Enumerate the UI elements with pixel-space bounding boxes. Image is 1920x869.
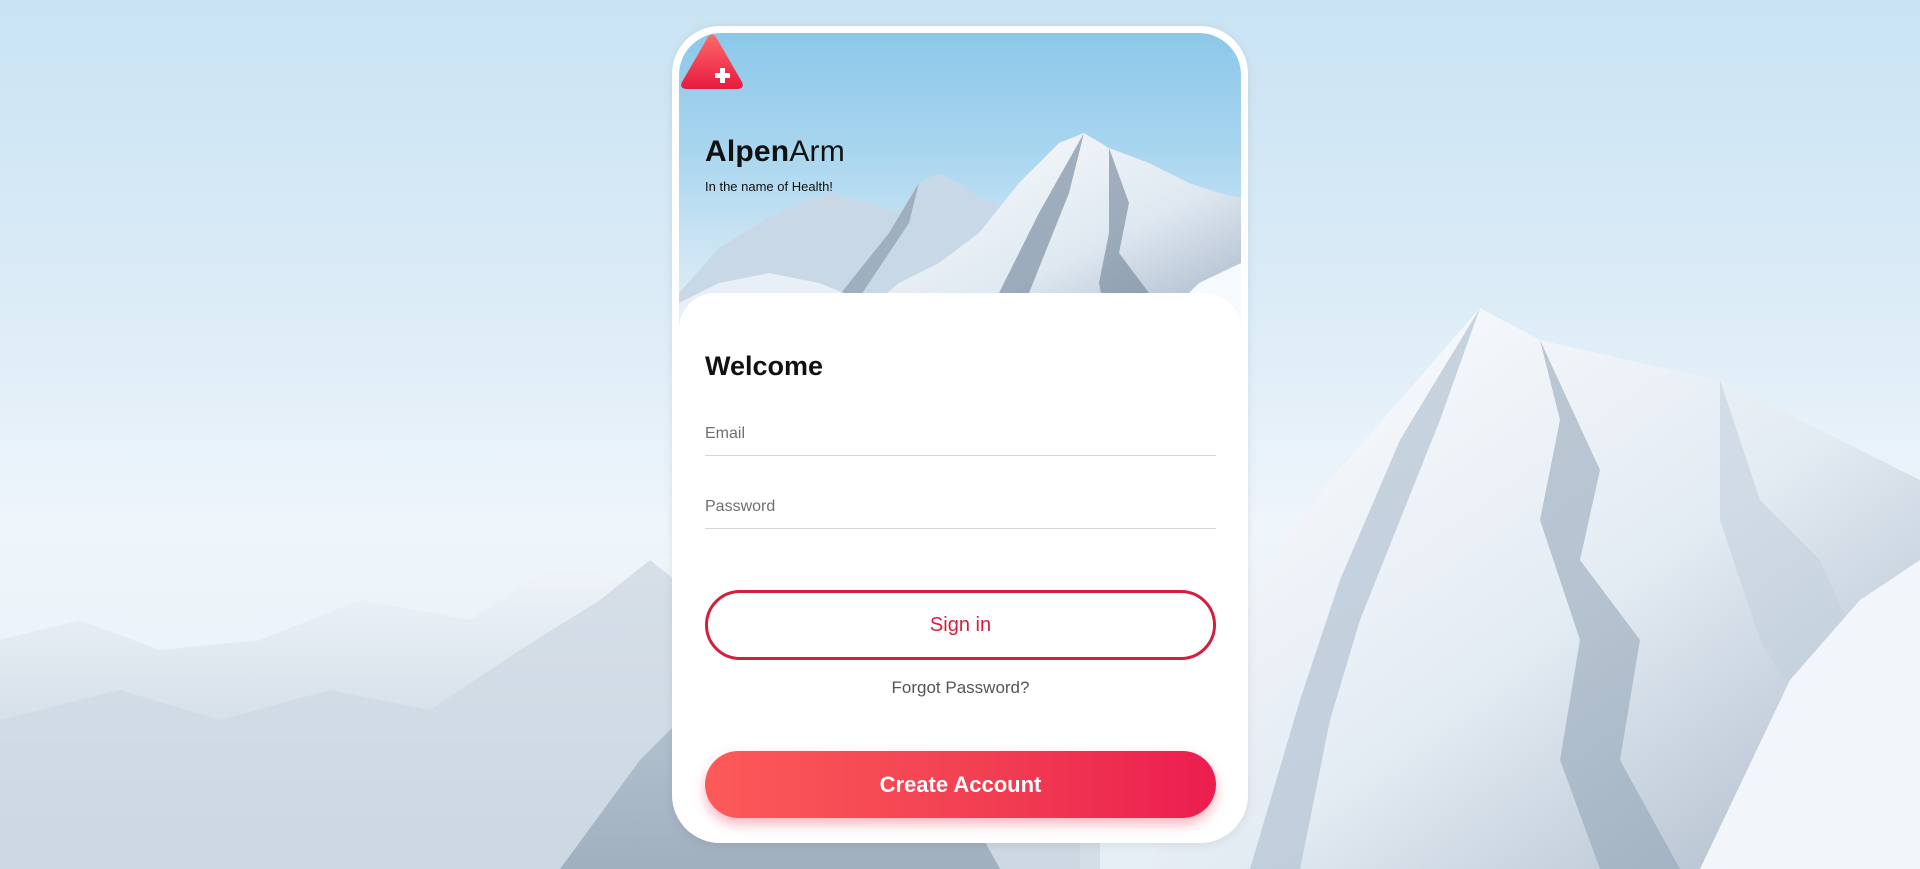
welcome-heading: Welcome <box>705 351 824 381</box>
login-form: Welcome Sign in Forgot Password? Create … <box>679 293 1241 836</box>
brand-name-light: Arm <box>789 135 845 168</box>
brand-name-bold: Alpen <box>705 135 790 168</box>
create-account-button[interactable]: Create Account <box>705 751 1216 818</box>
email-field[interactable] <box>705 412 1216 456</box>
sign-in-button[interactable]: Sign in <box>705 590 1216 660</box>
login-card: AlpenArm In the name of Health! Welcome … <box>672 26 1248 843</box>
brand-tagline: In the name of Health! <box>705 179 833 194</box>
hero-banner: AlpenArm In the name of Health! <box>679 33 1241 333</box>
forgot-password-link[interactable]: Forgot Password? <box>705 678 1216 698</box>
brand-name: AlpenArm <box>705 135 845 169</box>
password-field[interactable] <box>705 485 1216 529</box>
triangle-cross-logo-icon <box>681 34 743 89</box>
